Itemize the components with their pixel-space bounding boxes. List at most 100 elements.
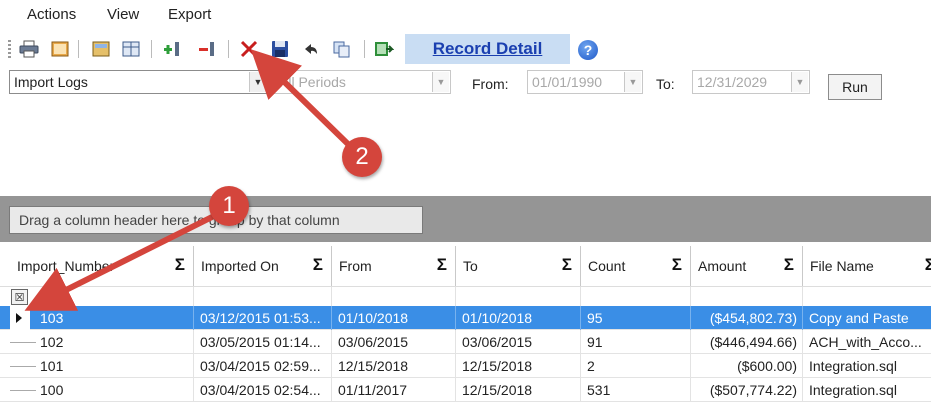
help-icon[interactable]: ? xyxy=(578,40,598,60)
column-header-file-name[interactable]: File Name Σ xyxy=(803,246,931,286)
filter-cell[interactable] xyxy=(456,287,581,307)
cell-file-name[interactable]: ACH_with_Acco... xyxy=(803,330,931,354)
group-by-panel[interactable]: Drag a column header here to group by th… xyxy=(0,196,931,242)
period-select[interactable]: All Periods ▼ xyxy=(274,70,451,94)
run-button[interactable]: Run xyxy=(828,74,882,100)
cell-from[interactable]: 01/10/2018 xyxy=(332,306,456,330)
filter-icon[interactable]: ☒ xyxy=(11,289,28,305)
table-row[interactable]: 101 03/04/2015 02:59... 12/15/2018 12/15… xyxy=(0,354,931,378)
cell-file-name[interactable]: Integration.sql xyxy=(803,354,931,378)
menu-export[interactable]: Export xyxy=(168,6,211,23)
column-header-row: Import_Number Σ Imported On Σ From Σ To Σ Co… xyxy=(0,246,931,286)
grid-icon[interactable] xyxy=(120,38,142,60)
period-value: All Periods xyxy=(279,74,346,90)
to-label: To: xyxy=(656,76,675,92)
toolbar-grip[interactable] xyxy=(8,40,11,58)
chevron-down-icon[interactable]: ▼ xyxy=(432,72,449,92)
toolbar-separator xyxy=(228,40,229,58)
cell-import-number[interactable]: 103 xyxy=(34,306,194,330)
cell-count[interactable]: 531 xyxy=(581,378,691,402)
cell-to[interactable]: 12/15/2018 xyxy=(456,354,581,378)
sum-icon[interactable]: Σ xyxy=(175,255,185,275)
copy-icon[interactable] xyxy=(331,38,353,60)
row-indicator-line xyxy=(10,390,36,391)
chevron-down-icon[interactable]: ▼ xyxy=(249,72,266,92)
cell-file-name[interactable]: Copy and Paste xyxy=(803,306,931,330)
record-detail-button[interactable]: Record Detail xyxy=(405,34,570,64)
undo-icon[interactable] xyxy=(300,38,322,60)
cell-imported-on[interactable]: 03/04/2015 02:59... xyxy=(194,354,332,378)
filter-cell[interactable] xyxy=(194,287,332,307)
table-row[interactable]: 103 03/12/2015 01:53... 01/10/2018 01/10… xyxy=(0,306,931,330)
from-label: From: xyxy=(472,76,509,92)
column-header-import-number[interactable]: Import_Number Σ xyxy=(10,246,194,286)
cell-file-name[interactable]: Integration.sql xyxy=(803,378,931,402)
row-indicator xyxy=(10,378,36,402)
page-setup-icon[interactable] xyxy=(49,38,71,60)
table-row[interactable]: 100 03/04/2015 02:54... 01/11/2017 12/15… xyxy=(0,378,931,402)
calendar-dropdown-icon[interactable]: ▼ xyxy=(624,72,641,92)
export-icon[interactable] xyxy=(373,38,395,60)
cell-count[interactable]: 91 xyxy=(581,330,691,354)
calendar-dropdown-icon[interactable]: ▼ xyxy=(791,72,808,92)
row-indicator xyxy=(10,330,36,354)
cell-count[interactable]: 2 xyxy=(581,354,691,378)
cell-amount[interactable]: ($446,494.66) xyxy=(691,330,803,354)
cell-to[interactable]: 12/15/2018 xyxy=(456,378,581,402)
layout-icon[interactable] xyxy=(90,38,112,60)
filter-bar: Import Logs ▼ All Periods ▼ From: 01/01/… xyxy=(0,70,931,102)
toolbar-separator xyxy=(151,40,152,58)
cell-imported-on[interactable]: 03/05/2015 01:14... xyxy=(194,330,332,354)
row-indicator-line xyxy=(10,366,36,367)
cell-amount[interactable]: ($454,802.73) xyxy=(691,306,803,330)
sum-icon[interactable]: Σ xyxy=(437,255,447,275)
row-indicator xyxy=(10,354,36,378)
cell-from[interactable]: 12/15/2018 xyxy=(332,354,456,378)
import-logs-grid: Import_Number Σ Imported On Σ From Σ To Σ Co… xyxy=(0,242,931,406)
column-header-count[interactable]: Count Σ xyxy=(581,246,691,286)
log-type-value: Import Logs xyxy=(14,74,88,90)
column-header-to[interactable]: To Σ xyxy=(456,246,581,286)
auto-filter-row: ☒ xyxy=(0,286,931,307)
column-header-amount[interactable]: Amount Σ xyxy=(691,246,803,286)
save-icon[interactable] xyxy=(269,38,291,60)
filter-cell[interactable] xyxy=(691,287,803,307)
sum-icon[interactable]: Σ xyxy=(672,255,682,275)
column-header-from[interactable]: From Σ xyxy=(332,246,456,286)
cell-amount[interactable]: ($600.00) xyxy=(691,354,803,378)
sum-icon[interactable]: Σ xyxy=(925,255,931,275)
log-type-select[interactable]: Import Logs ▼ xyxy=(9,70,268,94)
cell-from[interactable]: 03/06/2015 xyxy=(332,330,456,354)
sum-icon[interactable]: Σ xyxy=(784,255,794,275)
sum-icon[interactable]: Σ xyxy=(562,255,572,275)
filter-cell[interactable] xyxy=(581,287,691,307)
cell-import-number[interactable]: 100 xyxy=(34,378,194,402)
cell-imported-on[interactable]: 03/04/2015 02:54... xyxy=(194,378,332,402)
current-row-arrow-icon xyxy=(16,313,22,323)
menu-actions[interactable]: Actions xyxy=(27,6,76,23)
table-row[interactable]: 102 03/05/2015 01:14... 03/06/2015 03/06… xyxy=(0,330,931,354)
menu-view[interactable]: View xyxy=(107,6,139,23)
cell-amount[interactable]: ($507,774.22) xyxy=(691,378,803,402)
from-date-field[interactable]: 01/01/1990 ▼ xyxy=(527,70,643,94)
row-indicator xyxy=(10,306,30,330)
filter-cell[interactable] xyxy=(332,287,456,307)
sum-icon[interactable]: Σ xyxy=(313,255,323,275)
cell-import-number[interactable]: 101 xyxy=(34,354,194,378)
cell-count[interactable]: 95 xyxy=(581,306,691,330)
to-date-field[interactable]: 12/31/2029 ▼ xyxy=(692,70,810,94)
cell-to[interactable]: 03/06/2015 xyxy=(456,330,581,354)
delete-icon[interactable] xyxy=(238,38,260,60)
print-icon[interactable] xyxy=(18,38,40,60)
cell-from[interactable]: 01/11/2017 xyxy=(332,378,456,402)
from-date-value: 01/01/1990 xyxy=(532,74,603,90)
cell-import-number[interactable]: 102 xyxy=(34,330,194,354)
column-header-imported-on[interactable]: Imported On Σ xyxy=(194,246,332,286)
menu-bar: Actions View Export xyxy=(0,0,931,32)
remove-record-icon[interactable] xyxy=(196,38,218,60)
cell-to[interactable]: 01/10/2018 xyxy=(456,306,581,330)
filter-cell[interactable] xyxy=(34,287,194,307)
add-record-icon[interactable] xyxy=(161,38,183,60)
cell-imported-on[interactable]: 03/12/2015 01:53... xyxy=(194,306,332,330)
toolbar-separator xyxy=(364,40,365,58)
